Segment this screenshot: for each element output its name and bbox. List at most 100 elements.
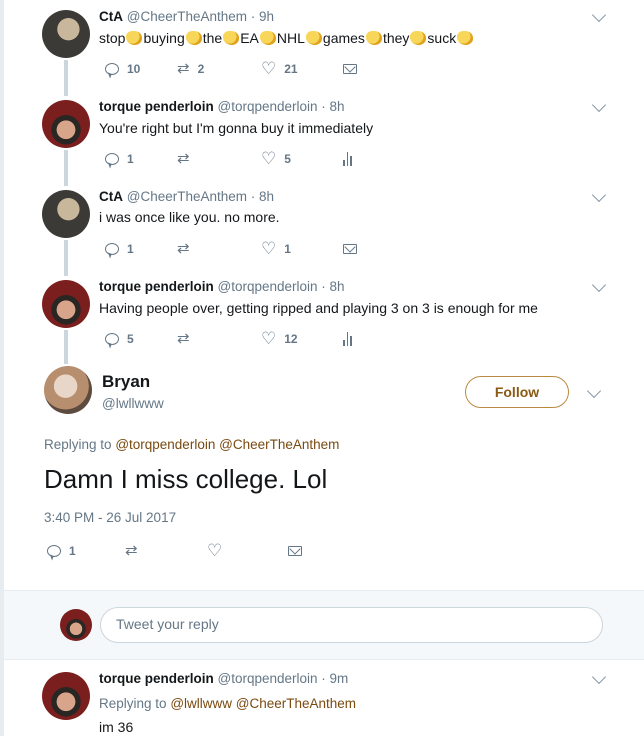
- reply-icon: [47, 545, 61, 557]
- tweet-word: suck: [427, 30, 457, 46]
- like-button[interactable]: ♡ 21: [261, 59, 298, 78]
- clap-emoji-icon: [259, 31, 276, 45]
- tweet-author-handle[interactable]: @CheerTheAnthem · 8h: [127, 189, 274, 204]
- heart-icon: ♡: [261, 59, 277, 78]
- tweet-author-name[interactable]: torque penderloin: [99, 279, 214, 294]
- reply-button[interactable]: 1: [47, 544, 76, 558]
- like-button[interactable]: ♡ 1: [261, 239, 291, 258]
- direct-message-button[interactable]: [343, 64, 357, 74]
- tweet-author-handle[interactable]: @torqpenderloin · 8h: [218, 279, 345, 294]
- tweet-author-name[interactable]: CtA: [99, 189, 123, 204]
- reply-button[interactable]: 1: [105, 242, 134, 256]
- reply-button[interactable]: 10: [105, 62, 140, 76]
- reply-count: 1: [127, 152, 134, 166]
- envelope-icon: [343, 64, 357, 74]
- retweet-button[interactable]: ⇄: [125, 543, 138, 558]
- tweet-author-handle[interactable]: @CheerTheAnthem · 9h: [127, 9, 274, 24]
- like-count: 1: [284, 242, 291, 256]
- main-tweet-text: Damn I miss college. Lol: [44, 464, 328, 494]
- reply-icon: [105, 153, 119, 165]
- clap-emoji-icon: [365, 31, 382, 45]
- reply-count: 10: [127, 62, 141, 76]
- reply-count: 1: [69, 544, 76, 558]
- tweet-word: buying: [143, 30, 185, 46]
- reply-icon: [105, 63, 119, 75]
- tweet-word: they: [382, 30, 410, 46]
- avatar[interactable]: [44, 366, 92, 414]
- tweet-text: im 36: [99, 719, 134, 735]
- tweet-author-name[interactable]: torque penderloin: [99, 671, 214, 686]
- mention-link[interactable]: @CheerTheAnthem: [219, 437, 339, 452]
- analytics-button[interactable]: [343, 332, 352, 346]
- reply-count: 1: [127, 242, 134, 256]
- main-tweet-author-handle[interactable]: @lwllwww: [102, 396, 164, 411]
- retweet-icon: ⇄: [177, 150, 190, 167]
- tweet-text: stop buying the EA NHL games they suck: [99, 30, 474, 46]
- main-tweet-author-name[interactable]: Bryan: [102, 372, 150, 392]
- like-button[interactable]: ♡: [207, 541, 223, 560]
- tweet-reply-input[interactable]: Tweet your reply: [100, 607, 603, 643]
- main-tweet-timestamp[interactable]: 3:40 PM - 26 Jul 2017: [44, 510, 176, 525]
- tweet-word: stop: [99, 30, 126, 46]
- direct-message-button[interactable]: [288, 546, 302, 556]
- tweet-text: You're right but I'm gonna buy it immedi…: [99, 120, 374, 136]
- like-button[interactable]: ♡ 12: [261, 329, 298, 348]
- retweet-icon: ⇄: [177, 330, 190, 347]
- tweet-word: games: [322, 30, 365, 46]
- retweet-icon: ⇄: [177, 60, 190, 77]
- reply-count: 5: [127, 332, 134, 346]
- avatar[interactable]: [42, 100, 90, 148]
- tweet-author-name[interactable]: torque penderloin: [99, 99, 214, 114]
- tweet-text: Having people over, getting ripped and p…: [99, 300, 538, 316]
- reply-button[interactable]: 1: [105, 152, 134, 166]
- mention-link[interactable]: @torqpenderloin: [115, 437, 215, 452]
- tweet-text: i was once like you. no more.: [99, 209, 280, 225]
- like-count: 12: [284, 332, 298, 346]
- envelope-icon: [343, 244, 357, 254]
- tweet-author-handle[interactable]: @torqpenderloin · 8h: [218, 99, 345, 114]
- analytics-icon: [343, 332, 352, 346]
- clap-emoji-icon: [185, 31, 202, 45]
- like-button[interactable]: ♡ 5: [261, 149, 291, 168]
- heart-icon: ♡: [207, 541, 223, 560]
- mention-link[interactable]: @CheerTheAnthem: [236, 696, 356, 711]
- retweet-button[interactable]: ⇄: [177, 150, 190, 167]
- thread-line: [64, 150, 68, 186]
- retweet-icon: ⇄: [177, 240, 190, 257]
- heart-icon: ♡: [261, 149, 277, 168]
- retweet-count: 2: [197, 62, 205, 76]
- tweet-author-handle[interactable]: @torqpenderloin · 9m: [218, 671, 349, 686]
- tweet-word: the: [202, 30, 223, 46]
- clap-emoji-icon: [126, 31, 143, 45]
- like-count: 21: [284, 62, 298, 76]
- tweet-word: EA: [240, 30, 259, 46]
- avatar[interactable]: [42, 10, 90, 58]
- clap-emoji-icon: [410, 31, 427, 45]
- replying-to-label: Replying to: [44, 437, 112, 452]
- heart-icon: ♡: [261, 329, 277, 348]
- thread-line: [64, 240, 68, 276]
- direct-message-button[interactable]: [343, 244, 357, 254]
- avatar[interactable]: [42, 280, 90, 328]
- replying-to-label: Replying to: [99, 696, 167, 711]
- thread-line: [64, 330, 68, 364]
- avatar[interactable]: [42, 190, 90, 238]
- tweet-author-name[interactable]: CtA: [99, 9, 123, 24]
- retweet-button[interactable]: ⇄: [177, 240, 190, 257]
- retweet-button[interactable]: ⇄: [177, 330, 190, 347]
- avatar: [60, 609, 92, 641]
- heart-icon: ♡: [261, 239, 277, 258]
- clap-emoji-icon: [223, 31, 240, 45]
- reply-icon: [105, 333, 119, 345]
- mention-link[interactable]: @lwllwww: [170, 696, 232, 711]
- avatar[interactable]: [42, 672, 90, 720]
- replying-to: Replying to @torqpenderloin @CheerTheAnt…: [44, 437, 339, 452]
- reply-icon: [105, 243, 119, 255]
- replying-to: Replying to @lwllwww @CheerTheAnthem: [99, 696, 356, 711]
- clap-emoji-icon: [305, 31, 322, 45]
- reply-button[interactable]: 5: [105, 332, 134, 346]
- analytics-button[interactable]: [343, 152, 352, 166]
- follow-button[interactable]: Follow: [465, 376, 569, 408]
- retweet-button[interactable]: ⇄ 2: [177, 60, 205, 77]
- thread-line: [64, 60, 68, 96]
